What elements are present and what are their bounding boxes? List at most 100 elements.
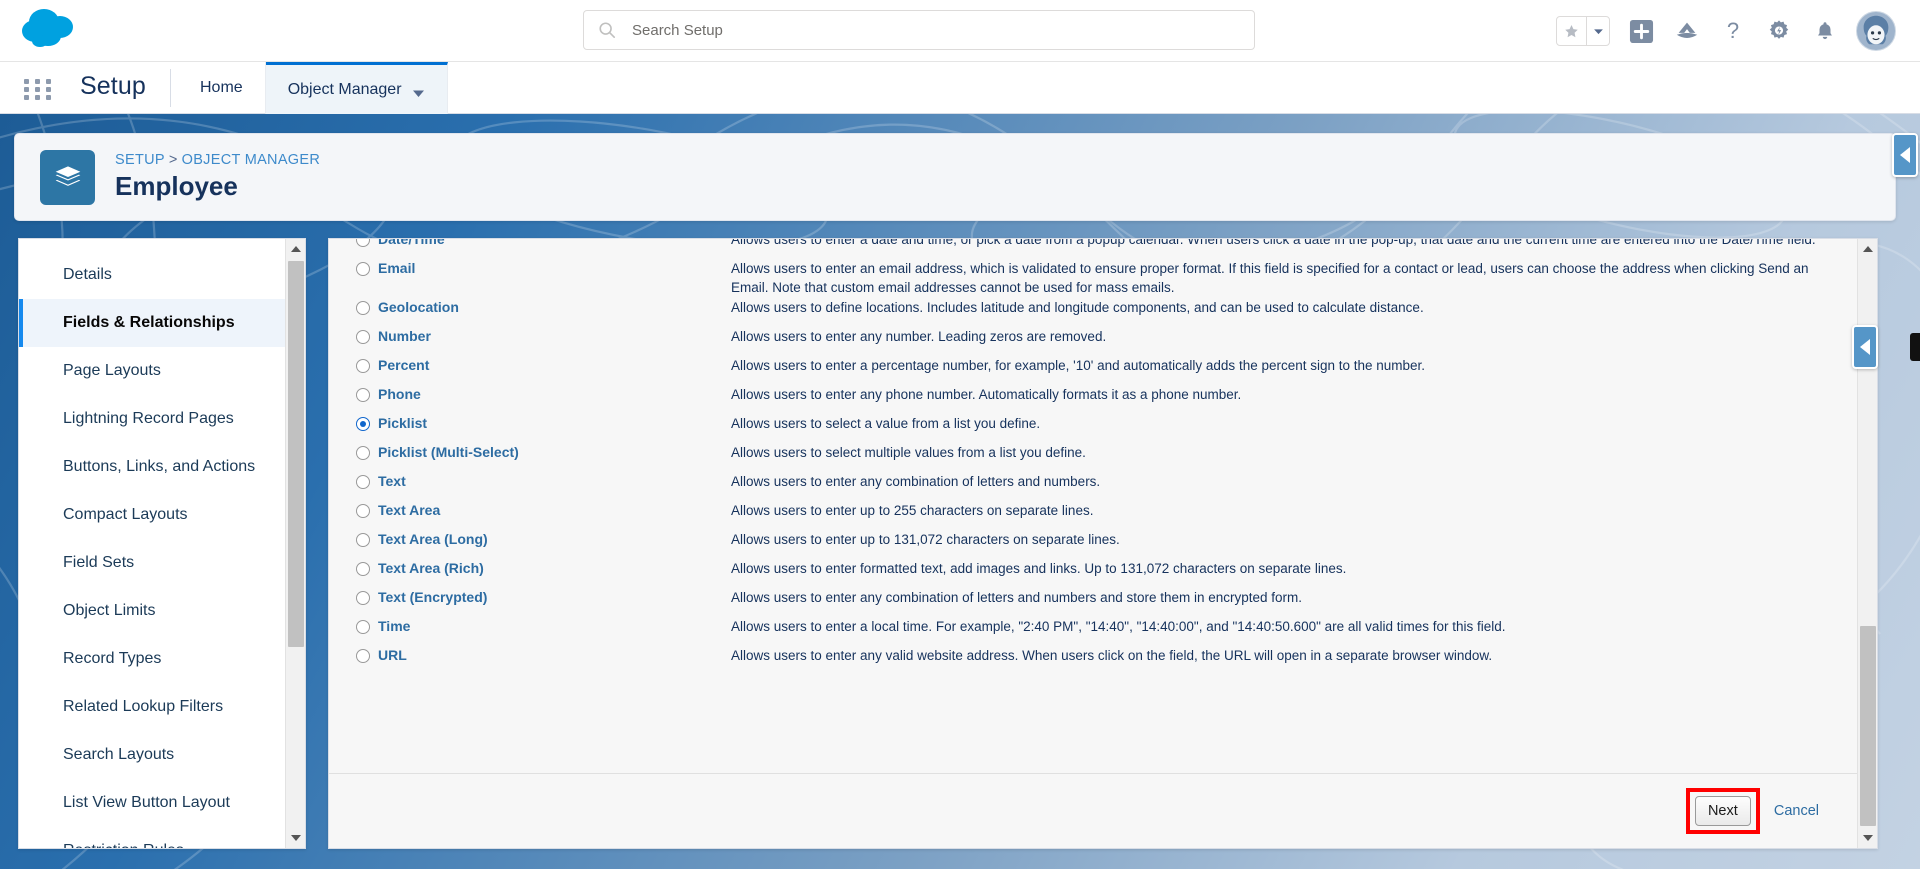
global-actions-plus-icon[interactable] [1626, 16, 1656, 46]
breadcrumb-setup[interactable]: SETUP [115, 152, 165, 168]
sidebar-scroll-up-icon[interactable] [286, 239, 305, 259]
next-button[interactable]: Next [1694, 796, 1751, 826]
radio-picklist[interactable] [356, 417, 370, 431]
collapse-panel-tab-top[interactable] [1892, 133, 1918, 177]
data-type-label[interactable]: Number [378, 328, 431, 345]
data-type-label[interactable]: Email [378, 260, 415, 277]
radio-phone[interactable] [356, 388, 370, 402]
data-type-label[interactable]: Text Area (Long) [378, 531, 488, 548]
data-type-row[interactable]: Text Area Allows users to enter up to 255… [329, 500, 1859, 529]
sidebar-item-list-view-button-layout[interactable]: List View Button Layout [19, 779, 287, 827]
salesforce-cloud-logo[interactable] [18, 6, 84, 54]
data-type-option[interactable]: Time [329, 616, 731, 635]
data-type-row[interactable]: Date/Time Allows users to enter a date an… [329, 239, 1859, 258]
data-type-label[interactable]: Text Area (Rich) [378, 560, 484, 577]
user-avatar[interactable] [1856, 11, 1896, 51]
sidebar-item-details[interactable]: Details [19, 251, 287, 299]
data-type-label[interactable]: Text (Encrypted) [378, 589, 487, 606]
data-type-row[interactable]: Phone Allows users to enter any phone num… [329, 384, 1859, 413]
radio-date-time[interactable] [356, 239, 370, 247]
main-scroll-thumb[interactable] [1860, 626, 1876, 826]
data-type-option[interactable]: URL [329, 645, 731, 664]
data-type-row[interactable]: Picklist (Multi-Select) Allows users to s… [329, 442, 1859, 471]
search-input[interactable] [632, 21, 1192, 39]
data-type-label[interactable]: Picklist (Multi-Select) [378, 444, 519, 461]
radio-geolocation[interactable] [356, 301, 370, 315]
data-type-option[interactable]: Geolocation [329, 297, 731, 316]
help-question-icon[interactable]: ? [1718, 16, 1748, 46]
data-type-option[interactable]: Text (Encrypted) [329, 587, 731, 606]
data-type-row[interactable]: Text Area (Long) Allows users to enter up… [329, 529, 1859, 558]
sidebar-item-lightning-record-pages[interactable]: Lightning Record Pages [19, 395, 287, 443]
data-type-label[interactable]: Date/Time [378, 239, 445, 248]
radio-number[interactable] [356, 330, 370, 344]
data-type-row[interactable]: Percent Allows users to enter a percentag… [329, 355, 1859, 384]
setup-gear-icon[interactable] [1764, 16, 1794, 46]
data-type-option[interactable]: Email [329, 258, 731, 277]
data-type-label[interactable]: URL [378, 647, 407, 664]
data-type-option[interactable]: Picklist [329, 413, 731, 432]
chevron-down-icon[interactable] [412, 85, 425, 97]
app-launcher-icon[interactable] [22, 74, 52, 104]
data-type-label[interactable]: Time [378, 618, 410, 635]
sidebar-item-related-lookup-filters[interactable]: Related Lookup Filters [19, 683, 287, 731]
radio-text-encrypted[interactable] [356, 591, 370, 605]
sidebar-item-restriction-rules[interactable]: Restriction Rules [19, 827, 287, 848]
data-type-row[interactable]: Text Allows users to enter any combinatio… [329, 471, 1859, 500]
radio-text-area[interactable] [356, 504, 370, 518]
sidebar-item-record-types[interactable]: Record Types [19, 635, 287, 683]
notifications-bell-icon[interactable] [1810, 16, 1840, 46]
data-type-option[interactable]: Text Area (Long) [329, 529, 731, 548]
radio-text-area-rich[interactable] [356, 562, 370, 576]
data-type-row[interactable]: Number Allows users to enter any number. … [329, 326, 1859, 355]
data-type-row[interactable]: Time Allows users to enter a local time. … [329, 616, 1859, 645]
data-type-option[interactable]: Percent [329, 355, 731, 374]
data-type-option[interactable]: Date/Time [329, 239, 731, 248]
data-type-label[interactable]: Picklist [378, 415, 427, 432]
search-box[interactable] [583, 10, 1255, 50]
tab-home[interactable]: Home [178, 62, 266, 114]
sidebar-item-fields-relationships[interactable]: Fields & Relationships [19, 299, 287, 347]
radio-picklist-multi-select[interactable] [356, 446, 370, 460]
sidebar-scroll-down-icon[interactable] [286, 828, 305, 848]
data-type-row[interactable]: Geolocation Allows users to define locati… [329, 297, 1859, 326]
sidebar-item-search-layouts[interactable]: Search Layouts [19, 731, 287, 779]
data-type-row[interactable]: Text Area (Rich) Allows users to enter fo… [329, 558, 1859, 587]
radio-email[interactable] [356, 262, 370, 276]
radio-time[interactable] [356, 620, 370, 634]
tab-object-manager[interactable]: Object Manager [265, 62, 448, 114]
radio-percent[interactable] [356, 359, 370, 373]
favorites-dropdown-icon[interactable] [1586, 17, 1609, 45]
main-scroll-up-icon[interactable] [1858, 239, 1877, 259]
breadcrumb-object-manager[interactable]: OBJECT MANAGER [182, 152, 320, 168]
data-type-label[interactable]: Percent [378, 357, 429, 374]
cancel-link[interactable]: Cancel [1774, 803, 1819, 819]
sidebar-item-object-limits[interactable]: Object Limits [19, 587, 287, 635]
data-type-option[interactable]: Text Area (Rich) [329, 558, 731, 577]
sidebar-item-field-sets[interactable]: Field Sets [19, 539, 287, 587]
data-type-option[interactable]: Text Area [329, 500, 731, 519]
global-search[interactable] [583, 10, 1255, 50]
data-type-label[interactable]: Geolocation [378, 299, 459, 316]
sidebar-scrollbar[interactable] [285, 239, 305, 848]
data-type-row[interactable]: Text (Encrypted) Allows users to enter an… [329, 587, 1859, 616]
radio-url[interactable] [356, 649, 370, 663]
data-type-label[interactable]: Text Area [378, 502, 440, 519]
radio-text[interactable] [356, 475, 370, 489]
data-type-option[interactable]: Picklist (Multi-Select) [329, 442, 731, 461]
sidebar-item-compact-layouts[interactable]: Compact Layouts [19, 491, 287, 539]
radio-text-area-long[interactable] [356, 533, 370, 547]
data-type-label[interactable]: Text [378, 473, 406, 490]
data-type-label[interactable]: Phone [378, 386, 421, 403]
trailhead-icon[interactable] [1672, 16, 1702, 46]
favorites-group[interactable] [1556, 16, 1610, 46]
data-type-row[interactable]: Email Allows users to enter an email addr… [329, 258, 1859, 297]
sidebar-item-buttons-links-and-actions[interactable]: Buttons, Links, and Actions [19, 443, 287, 491]
data-type-option[interactable]: Text [329, 471, 731, 490]
data-type-row[interactable]: Picklist Allows users to select a value f… [329, 413, 1859, 442]
data-type-option[interactable]: Number [329, 326, 731, 345]
sidebar-scroll-thumb[interactable] [288, 261, 304, 647]
collapse-panel-tab-middle[interactable] [1852, 325, 1878, 369]
sidebar-item-page-layouts[interactable]: Page Layouts [19, 347, 287, 395]
data-type-option[interactable]: Phone [329, 384, 731, 403]
